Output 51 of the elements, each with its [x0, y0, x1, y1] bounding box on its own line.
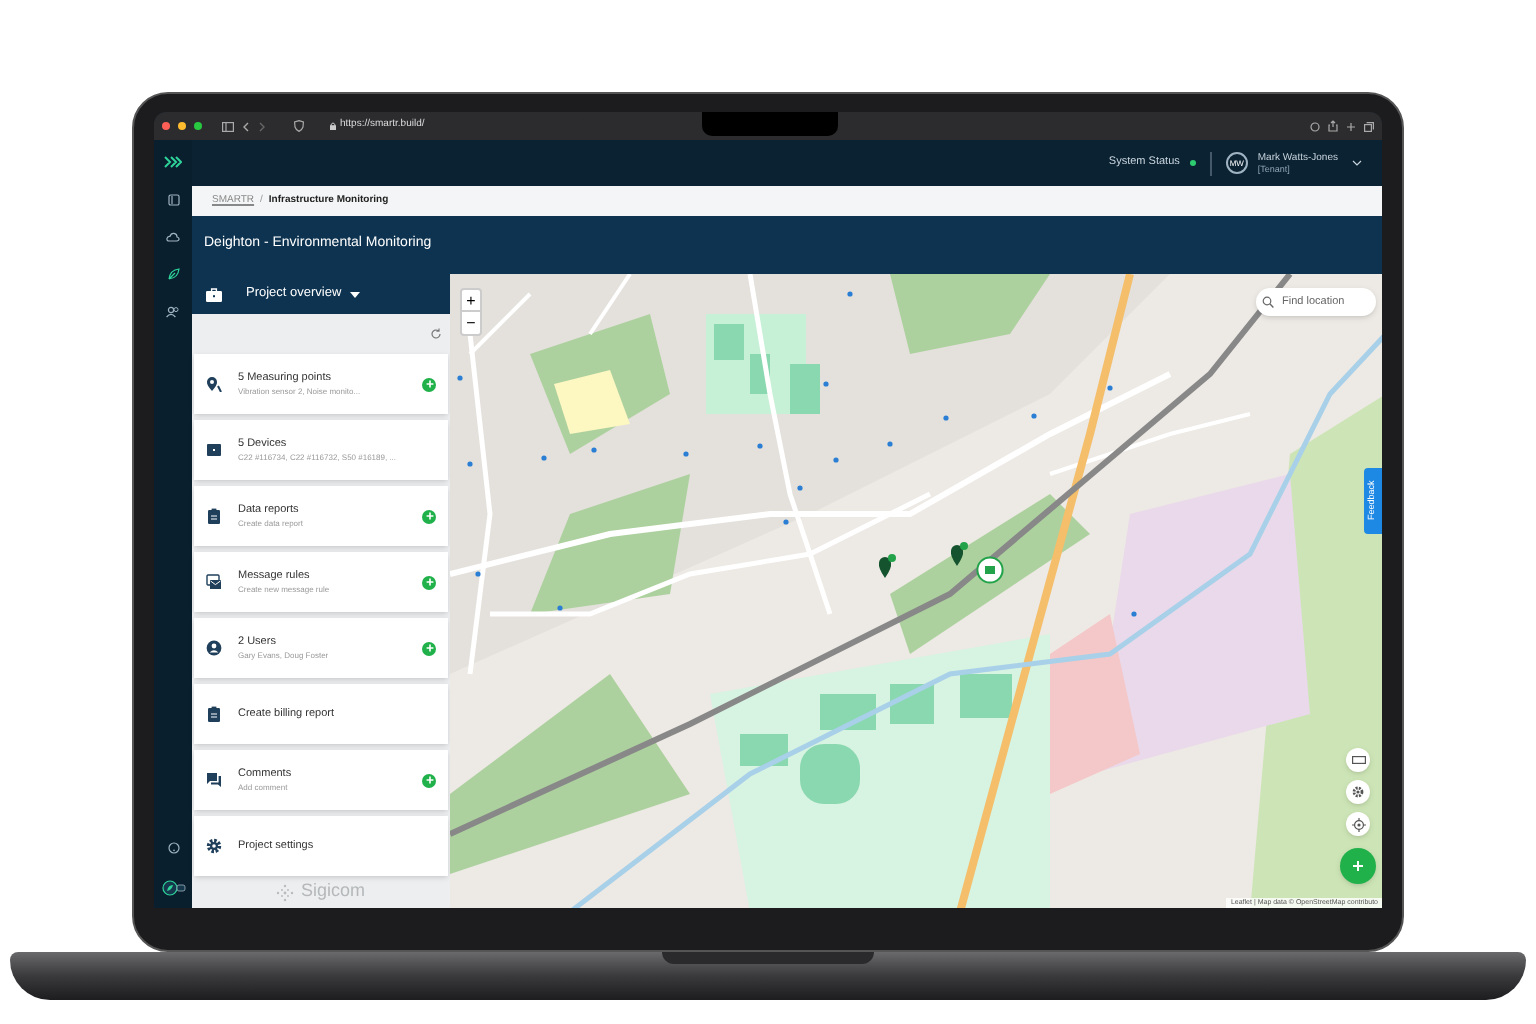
- share-icon[interactable]: [1328, 120, 1338, 132]
- gear-icon: [206, 838, 222, 854]
- search-icon: [1262, 296, 1274, 308]
- document-icon[interactable]: [167, 194, 179, 206]
- add-button[interactable]: [422, 377, 436, 391]
- caret-icon[interactable]: [1352, 160, 1362, 166]
- forward-icon[interactable]: [258, 121, 266, 131]
- plus-icon: [1352, 860, 1364, 872]
- add-button[interactable]: [422, 641, 436, 655]
- pin-icon: [206, 376, 222, 392]
- school-area: [554, 370, 630, 434]
- crosshair-icon: [1351, 817, 1365, 831]
- zoom-out-button[interactable]: −: [462, 312, 480, 334]
- zoom-in-button[interactable]: +: [462, 290, 480, 312]
- briefcase-icon: [206, 287, 222, 301]
- users-icon[interactable]: [166, 306, 180, 318]
- sports-pitches-drawing: [706, 314, 820, 414]
- clipboard-icon: [206, 706, 222, 722]
- plus-icon: [425, 512, 433, 520]
- street: [588, 274, 632, 336]
- message-icon: [206, 574, 222, 590]
- add-button[interactable]: [422, 773, 436, 787]
- plus-icon: [425, 644, 433, 652]
- help-icon[interactable]: [167, 842, 179, 854]
- device-icon: [206, 442, 222, 458]
- cloud-icon[interactable]: [166, 232, 180, 242]
- site-marker-icon[interactable]: [976, 556, 1004, 584]
- map-pin-icon[interactable]: [950, 542, 968, 568]
- plus-icon: [425, 776, 433, 784]
- back-icon[interactable]: [242, 121, 250, 131]
- leaf-badge-icon[interactable]: [161, 880, 185, 896]
- settings-icon: [1352, 786, 1364, 798]
- user-icon: [206, 640, 222, 656]
- lock-icon: [330, 122, 336, 130]
- add-button[interactable]: [422, 575, 436, 589]
- chat-icon: [206, 772, 222, 788]
- plus-icon: [425, 380, 433, 388]
- map-pin-icon[interactable]: [878, 554, 896, 580]
- clipboard-icon: [206, 508, 222, 524]
- caret-icon: [349, 291, 360, 297]
- leaf-icon[interactable]: [167, 268, 179, 280]
- plus-icon: [425, 578, 433, 586]
- refresh-icon[interactable]: [430, 328, 442, 340]
- ruler-icon: [1351, 756, 1365, 764]
- sidebar-icon[interactable]: [222, 121, 234, 131]
- chevrons-logo-icon[interactable]: [164, 156, 182, 168]
- new-tab-icon[interactable]: [1346, 121, 1356, 131]
- add-button[interactable]: [422, 509, 436, 523]
- tabs-icon[interactable]: [1364, 121, 1374, 131]
- shield-icon[interactable]: [294, 120, 304, 132]
- camera-notch: [702, 112, 838, 136]
